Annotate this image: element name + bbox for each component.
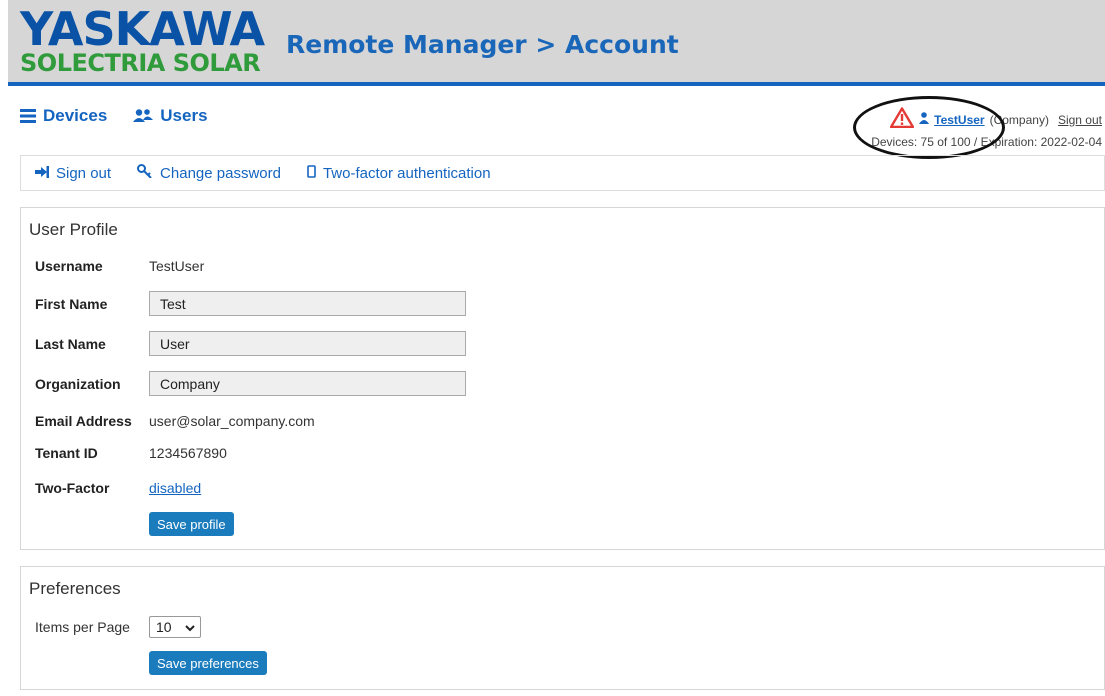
subnav-two-factor-label: Two-factor authentication bbox=[322, 164, 491, 182]
key-icon bbox=[137, 164, 153, 182]
header-sign-out-link[interactable]: Sign out bbox=[1058, 111, 1102, 129]
first-name-field[interactable] bbox=[149, 291, 466, 316]
main-nav: Devices Users bbox=[20, 106, 208, 126]
sign-out-icon bbox=[35, 165, 49, 182]
users-icon bbox=[133, 108, 154, 124]
user-profile-title: User Profile bbox=[29, 220, 118, 239]
person-icon bbox=[919, 111, 930, 129]
subnav-sign-out[interactable]: Sign out bbox=[35, 165, 111, 182]
subnav-change-password-label: Change password bbox=[160, 164, 281, 182]
account-subnav: Sign out Change password Two-factor auth… bbox=[20, 155, 1105, 191]
subnav-two-factor[interactable]: Two-factor authentication bbox=[307, 165, 491, 182]
username-label: Username bbox=[35, 258, 103, 274]
username-value: TestUser bbox=[149, 258, 205, 274]
mobile-icon bbox=[307, 164, 316, 182]
subnav-sign-out-label: Sign out bbox=[56, 164, 112, 182]
app-header: YASKAWA SOLECTRIA SOLAR Remote Manager >… bbox=[8, 0, 1105, 86]
tenant-id-label: Tenant ID bbox=[35, 445, 98, 461]
user-info: TestUser (Company) Sign out Devices: 75 … bbox=[871, 107, 1102, 151]
user-company: (Company) bbox=[989, 113, 1049, 127]
first-name-row: First Name bbox=[35, 291, 466, 316]
username-link[interactable]: TestUser bbox=[934, 111, 984, 129]
organization-field[interactable] bbox=[149, 371, 466, 396]
organization-row: Organization bbox=[35, 371, 466, 396]
organization-label: Organization bbox=[35, 375, 121, 392]
items-per-page-value: 10 bbox=[156, 619, 172, 635]
logo-top-text: YASKAWA bbox=[20, 2, 265, 56]
user-profile-panel: User Profile Username TestUser First Nam… bbox=[20, 207, 1105, 550]
chevron-down-icon bbox=[185, 619, 195, 635]
items-per-page-label: Items per Page bbox=[35, 619, 130, 635]
username-row: Username TestUser bbox=[35, 258, 204, 274]
email-row: Email Address user@solar_company.com bbox=[35, 413, 315, 429]
first-name-label: First Name bbox=[35, 295, 108, 312]
nav-devices-label: Devices bbox=[43, 106, 108, 125]
items-per-page-select[interactable]: 10 bbox=[149, 616, 201, 638]
nav-users[interactable]: Users bbox=[133, 106, 208, 126]
nav-users-label: Users bbox=[160, 106, 208, 125]
company-logo: YASKAWA SOLECTRIA SOLAR bbox=[20, 2, 265, 77]
two-factor-row: Two-Factor disabled bbox=[35, 480, 201, 496]
last-name-field[interactable] bbox=[149, 331, 466, 356]
subnav-change-password[interactable]: Change password bbox=[137, 164, 281, 182]
preferences-panel: Preferences Items per Page 10 Save prefe… bbox=[20, 566, 1105, 690]
items-per-page-row: Items per Page 10 bbox=[35, 616, 201, 638]
two-factor-status-link[interactable]: disabled bbox=[149, 480, 201, 496]
email-label: Email Address bbox=[35, 413, 132, 429]
save-preferences-button[interactable]: Save preferences bbox=[149, 651, 267, 675]
devices-expiration-text: Devices: 75 of 100 / Expiration: 2022-02… bbox=[871, 135, 1102, 149]
tenant-id-value: 1234567890 bbox=[149, 445, 227, 461]
list-icon bbox=[20, 109, 36, 123]
tenant-id-row: Tenant ID 1234567890 bbox=[35, 445, 227, 461]
last-name-label: Last Name bbox=[35, 335, 106, 352]
page-title: Remote Manager > Account bbox=[286, 30, 679, 59]
email-value: user@solar_company.com bbox=[149, 413, 315, 429]
last-name-row: Last Name bbox=[35, 331, 466, 356]
save-profile-button[interactable]: Save profile bbox=[149, 512, 234, 536]
preferences-title: Preferences bbox=[29, 579, 121, 598]
logo-bottom-text: SOLECTRIA SOLAR bbox=[20, 49, 261, 77]
nav-devices[interactable]: Devices bbox=[20, 106, 107, 126]
two-factor-label: Two-Factor bbox=[35, 480, 110, 496]
warning-triangle-icon[interactable] bbox=[889, 107, 915, 133]
